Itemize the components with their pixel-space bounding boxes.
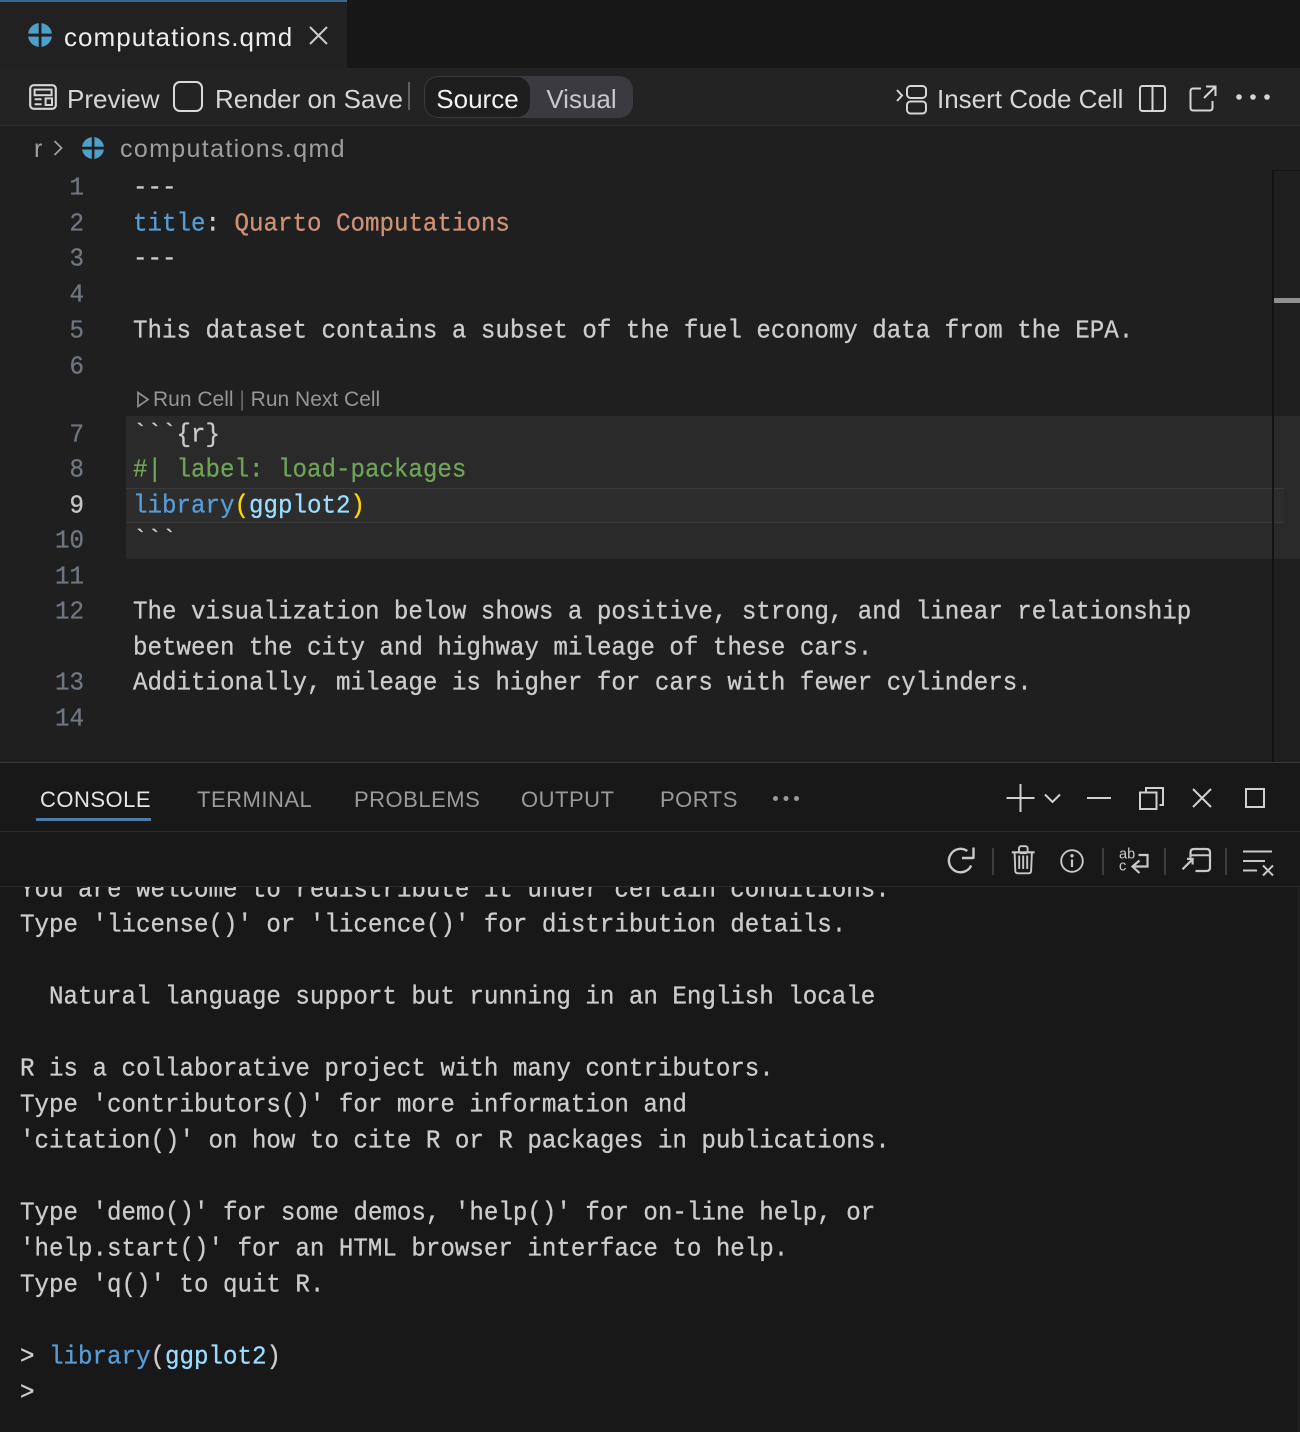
- svg-text:c: c: [1119, 859, 1126, 875]
